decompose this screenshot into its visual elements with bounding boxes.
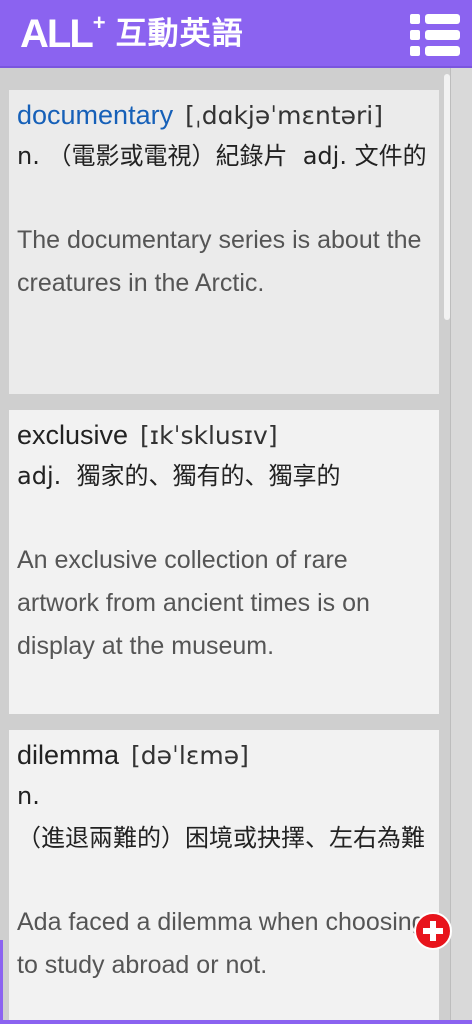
logo-chinese-text: 互動英語 xyxy=(115,16,244,52)
list-menu-icon xyxy=(410,14,460,56)
vocab-word-link[interactable]: documentary xyxy=(17,100,173,130)
word-line: documentary [ˌdɑkjəˈmɛntəri] xyxy=(17,100,431,131)
word-line: dilemma [dəˈlɛmə] xyxy=(17,740,431,771)
vocab-definition: adj. 獨家的、獨有的、獨享的 xyxy=(17,462,341,490)
scrollbar-track[interactable] xyxy=(450,68,472,1024)
vocab-phonetic: [ˌdɑkjəˈmɛntəri] xyxy=(185,101,384,130)
vocab-word: exclusive xyxy=(17,420,129,450)
vocab-example: The documentary series is about the crea… xyxy=(17,226,422,297)
vocab-word: dilemma xyxy=(17,740,120,770)
menu-button[interactable] xyxy=(410,14,460,56)
word-line: exclusive [ɪkˈsklusɪv] xyxy=(17,420,431,451)
vocab-definition: n. （電影或電視）紀錄片 adj. 文件的 xyxy=(17,142,427,170)
add-button[interactable] xyxy=(414,912,452,950)
logo-all-text: ALL xyxy=(20,12,94,56)
vocab-phonetic: [ɪkˈsklusɪv] xyxy=(140,421,278,450)
vocab-example: An exclusive collection of rare artwork … xyxy=(17,546,370,660)
vocabulary-list[interactable]: documentary [ˌdɑkjəˈmɛntəri] n. （電影或電視）紀錄… xyxy=(0,68,450,1024)
vocab-card[interactable]: dilemma [dəˈlɛmə] n. （進退兩難的）困境或抉擇、左右為難 Ad… xyxy=(9,730,439,1024)
app-logo[interactable]: ALL + 互動英語 xyxy=(20,12,244,56)
logo-plus-text: + xyxy=(92,10,106,35)
vocab-card[interactable]: documentary [ˌdɑkjəˈmɛntəri] n. （電影或電視）紀錄… xyxy=(9,90,439,394)
vocab-card[interactable]: exclusive [ɪkˈsklusɪv] adj. 獨家的、獨有的、獨享的 A… xyxy=(9,410,439,714)
vocab-phonetic: [dəˈlɛmə] xyxy=(131,741,249,770)
app-root: ALL + 互動英語 documentary [ˌdɑkjəˈmɛntəri] n… xyxy=(0,0,472,1024)
scrollbar-thumb[interactable] xyxy=(444,74,450,320)
left-edge-strip xyxy=(0,940,3,1024)
add-plus-icon xyxy=(423,921,443,941)
bottom-bar xyxy=(0,1020,472,1024)
vocab-definition: n. （進退兩難的）困境或抉擇、左右為難 xyxy=(17,782,425,852)
vocab-example: Ada faced a dilemma when choosing to stu… xyxy=(17,908,426,979)
app-header: ALL + 互動英語 xyxy=(0,0,472,68)
